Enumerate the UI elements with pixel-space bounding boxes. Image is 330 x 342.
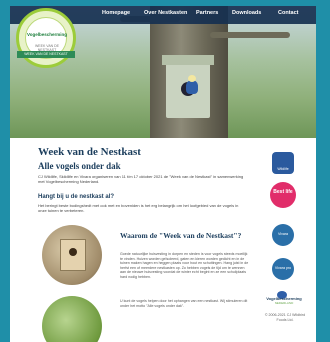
copyright-text: © 2006-2021 CJ Wildbird Foods Ltd. bbox=[264, 313, 306, 322]
bird bbox=[186, 75, 198, 94]
badge-title: Vogelbescherming bbox=[27, 32, 67, 37]
garden-photo bbox=[42, 296, 102, 342]
nav-over-nestkasten[interactable]: Over Nestkasten bbox=[144, 10, 187, 16]
best-life-logo[interactable]: Best life bbox=[270, 182, 296, 208]
why-text: Goede natuurlijke huisvesting in dorpen … bbox=[120, 252, 249, 279]
extra-text: U kunt de vogels helpen door het ophange… bbox=[120, 299, 248, 308]
cj-wildlife-logo[interactable]: Wildlife bbox=[272, 152, 294, 174]
help-heading: Hangt bij u de nestkast al? bbox=[38, 194, 115, 200]
vivara-label: Vivara bbox=[277, 232, 289, 236]
help-text: Het beringt beste bodingshedt met ook me… bbox=[38, 203, 239, 213]
nestbox-roof bbox=[162, 55, 214, 65]
page-title: Week van de Nestkast bbox=[38, 146, 141, 158]
photo-nestbox-hole bbox=[69, 248, 77, 256]
bird-head bbox=[188, 75, 196, 82]
nav-homepage[interactable]: Homepage bbox=[102, 10, 130, 16]
why-heading: Waarom de "Week van de Nestkast"? bbox=[120, 231, 242, 240]
vivara-pro-label: Vivara pro bbox=[274, 266, 292, 270]
vogelbescherming-subtitle: NEDERLAND bbox=[274, 301, 294, 305]
branch bbox=[210, 32, 290, 38]
event-badge-logo[interactable]: Vogelbescherming WEEK VAN DE NESTKAST WE… bbox=[16, 8, 76, 68]
nav-downloads[interactable]: Downloads bbox=[232, 10, 261, 16]
page-frame: Homepage Over Nestkasten Partners Downlo… bbox=[10, 6, 316, 342]
vivara-logo[interactable]: Vivara bbox=[272, 224, 294, 246]
cj-wildlife-label: Wildlife bbox=[277, 167, 289, 171]
nestbox-photo bbox=[42, 225, 102, 285]
photo-nestbox bbox=[60, 239, 86, 271]
vivara-pro-logo[interactable]: Vivara pro bbox=[272, 258, 294, 280]
best-life-label: Best life bbox=[273, 189, 293, 195]
badge-ribbon: WEEK VAN DE NESTKAST bbox=[17, 51, 75, 58]
nav-partners[interactable]: Partners bbox=[196, 10, 218, 16]
intro-text: CJ Wildlife, Skildlife en Vivara organis… bbox=[38, 174, 244, 184]
nav-contact[interactable]: Contact bbox=[278, 10, 298, 16]
page-subtitle: Alle vogels onder dak bbox=[38, 161, 121, 171]
